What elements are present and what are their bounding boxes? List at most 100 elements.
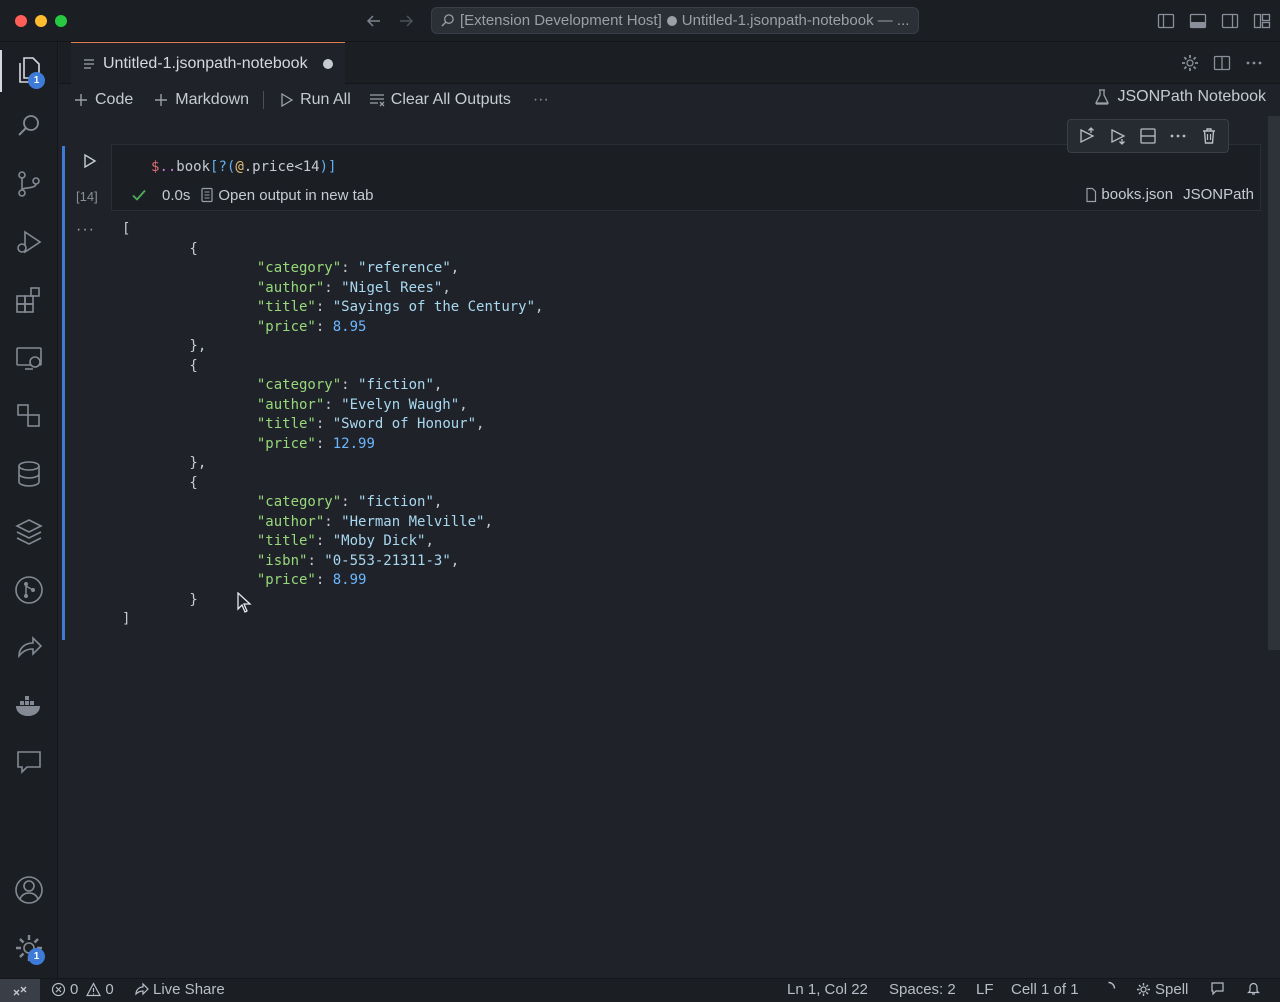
- mouse-pointer-icon: [236, 592, 252, 614]
- cell-code-line[interactable]: $..book[?(@.price<14)]: [151, 157, 336, 177]
- warning-icon: [86, 982, 102, 997]
- code-name-token: book: [176, 159, 211, 175]
- accounts-icon[interactable]: [13, 874, 45, 906]
- live-share-icon[interactable]: [13, 632, 45, 664]
- notebook-toolbar: Code Markdown Run All Clear All Outputs …: [59, 84, 1280, 116]
- kernel-label: JSONPath Notebook: [1117, 88, 1266, 105]
- live-share-status[interactable]: Live Share: [134, 981, 225, 998]
- execute-above-icon[interactable]: [1076, 125, 1098, 147]
- toolbar-more-button[interactable]: ···: [527, 86, 555, 114]
- output-more-button[interactable]: ···: [76, 221, 95, 239]
- split-cell-icon[interactable]: [1137, 125, 1159, 147]
- code-condition-token: .price<14: [243, 159, 320, 175]
- spell-status[interactable]: Spell: [1136, 981, 1188, 998]
- problems-status[interactable]: 0 0: [51, 981, 114, 998]
- spell-label: Spell: [1155, 981, 1189, 998]
- activity-bar: 1 1: [0, 42, 58, 978]
- cursor-position[interactable]: Ln 1, Col 22: [787, 981, 868, 998]
- code-filter-open-token: [?(: [210, 159, 236, 175]
- title-bar: [Extension Development Host] Untitled-1.…: [0, 0, 1280, 42]
- minimize-window-button[interactable]: [35, 15, 47, 27]
- maximize-window-button[interactable]: [55, 15, 67, 27]
- execute-below-icon[interactable]: [1107, 125, 1129, 147]
- code-current-token: @: [235, 159, 244, 175]
- configure-icon[interactable]: [1180, 53, 1200, 73]
- toggle-primary-sidebar-icon[interactable]: [1156, 11, 1176, 31]
- clear-all-outputs-label: Clear All Outputs: [390, 91, 511, 108]
- split-editor-icon[interactable]: [1212, 53, 1232, 73]
- indentation-status[interactable]: Spaces: 2: [889, 981, 956, 998]
- bell-icon[interactable]: [1246, 981, 1261, 996]
- dirty-dot-icon: [666, 15, 677, 26]
- document-icon: [200, 187, 214, 203]
- loading-spinner-icon: [1101, 981, 1116, 996]
- add-markdown-label: Markdown: [175, 91, 250, 108]
- cell-language-picker[interactable]: JSONPath: [1183, 186, 1254, 203]
- testing-icon[interactable]: [13, 400, 45, 432]
- cell-index-status[interactable]: Cell 1 of 1: [1011, 981, 1079, 998]
- open-output-label: Open output in new tab: [218, 186, 374, 204]
- search-icon: [441, 14, 454, 27]
- open-output-link[interactable]: Open output in new tab: [200, 187, 373, 204]
- clear-all-outputs-button[interactable]: Clear All Outputs: [363, 86, 517, 114]
- search-icon[interactable]: [13, 110, 45, 142]
- status-bar: 0 0 Live Share Ln 1, Col 22 Spaces: 2 LF…: [0, 978, 1280, 1002]
- arrow-right-icon[interactable]: [396, 11, 416, 31]
- trash-icon[interactable]: [1198, 125, 1220, 147]
- active-indicator: [0, 50, 2, 92]
- database-icon[interactable]: [13, 458, 45, 490]
- notebook-file-icon: [83, 57, 95, 71]
- run-cell-icon[interactable]: [78, 150, 100, 172]
- toggle-secondary-sidebar-icon[interactable]: [1220, 11, 1240, 31]
- add-code-cell-button[interactable]: Code: [67, 86, 139, 114]
- remote-icon: [13, 986, 27, 995]
- customize-layout-icon[interactable]: [1252, 11, 1272, 31]
- add-markdown-cell-button[interactable]: Markdown: [147, 86, 255, 114]
- extensions-icon[interactable]: [13, 284, 45, 316]
- toggle-panel-icon[interactable]: [1188, 11, 1208, 31]
- feedback-icon[interactable]: [1210, 981, 1225, 996]
- unsaved-dot-icon[interactable]: [323, 59, 333, 69]
- run-all-button[interactable]: Run All: [272, 86, 357, 114]
- explorer-badge: 1: [28, 72, 45, 89]
- comments-icon[interactable]: [13, 746, 45, 778]
- plus-icon: [153, 92, 169, 108]
- command-center-file: Untitled-1.jsonpath-notebook — ...: [681, 12, 910, 29]
- remote-indicator[interactable]: [0, 979, 40, 1002]
- arrow-left-icon[interactable]: [364, 11, 384, 31]
- error-count: 0: [70, 981, 79, 998]
- eol-status[interactable]: LF: [976, 981, 994, 998]
- layers-icon[interactable]: [13, 516, 45, 548]
- remote-explorer-icon[interactable]: [13, 342, 45, 374]
- cell-focus-indicator: [62, 146, 65, 640]
- code-recursive-token: ..: [159, 159, 177, 175]
- more-actions-icon[interactable]: [1244, 53, 1264, 73]
- editor-actions: [1180, 53, 1264, 73]
- kernel-picker[interactable]: JSONPath Notebook: [1093, 88, 1266, 106]
- command-center[interactable]: [Extension Development Host] Untitled-1.…: [431, 7, 919, 34]
- live-share-label: Live Share: [153, 981, 225, 998]
- toolbar-divider: [263, 91, 265, 109]
- error-icon: [51, 982, 66, 997]
- docker-icon[interactable]: [13, 690, 45, 722]
- source-control-icon[interactable]: [13, 168, 45, 200]
- command-center-host: [Extension Development Host]: [460, 12, 662, 29]
- cell-status-bar: 0.0s Open output in new tab: [130, 186, 373, 204]
- settings-badge: 1: [28, 948, 45, 965]
- close-window-button[interactable]: [15, 15, 27, 27]
- add-code-label: Code: [95, 91, 134, 108]
- run-debug-icon[interactable]: [13, 226, 45, 258]
- editor-scrollbar[interactable]: [1268, 116, 1280, 650]
- tab-untitled-notebook[interactable]: Untitled-1.jsonpath-notebook: [71, 42, 345, 84]
- cell-metadata: books.json JSONPath: [1084, 186, 1254, 203]
- plus-icon: [73, 92, 89, 108]
- source-file-label: books.json: [1101, 186, 1174, 203]
- cell-output: [ { "category": "reference", "author": "…: [122, 221, 544, 627]
- source-file-link[interactable]: books.json: [1084, 186, 1173, 203]
- warning-count: 0: [105, 981, 114, 998]
- cell-more-icon[interactable]: [1167, 125, 1189, 147]
- kernel-icon: [1093, 88, 1111, 106]
- git-graph-icon[interactable]: [13, 574, 45, 606]
- file-icon: [1084, 187, 1098, 203]
- cell-toolbar: [1067, 119, 1229, 153]
